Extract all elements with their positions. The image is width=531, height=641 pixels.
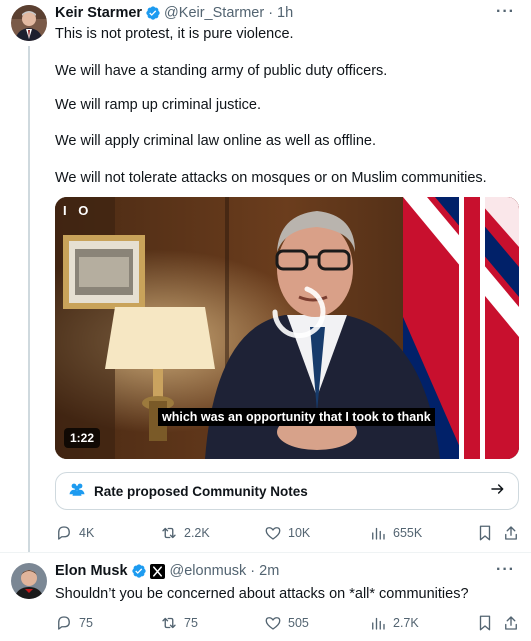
x-logo-icon bbox=[149, 563, 165, 579]
timestamp[interactable]: 2m bbox=[259, 563, 279, 579]
views-button[interactable]: 2.7K bbox=[369, 614, 419, 632]
video-caption: which was an opportunity that I took to … bbox=[158, 408, 435, 426]
like-count: 10K bbox=[288, 526, 311, 540]
views-count: 2.7K bbox=[393, 616, 419, 630]
timestamp[interactable]: 1h bbox=[277, 5, 293, 21]
video-indicator: I O bbox=[63, 203, 93, 218]
author-name[interactable]: Elon Musk bbox=[55, 563, 128, 579]
views-icon bbox=[372, 527, 385, 540]
reply-button[interactable]: 75 bbox=[55, 614, 93, 632]
views-icon bbox=[372, 617, 385, 630]
more-icon[interactable]: ··· bbox=[496, 3, 515, 21]
like-icon bbox=[265, 617, 281, 630]
like-button[interactable]: 505 bbox=[264, 614, 309, 632]
separator-dot: · bbox=[268, 5, 274, 21]
reply-button[interactable]: 4K bbox=[55, 524, 94, 542]
share-icon[interactable] bbox=[502, 524, 526, 542]
repost-count: 75 bbox=[184, 616, 198, 630]
reply-icon bbox=[58, 616, 70, 630]
author-name[interactable]: Keir Starmer bbox=[55, 5, 142, 21]
tweet-text-line: We will ramp up criminal justice. bbox=[55, 97, 262, 113]
tweet-elon-musk[interactable]: Elon Musk @elonmusk · 2m ··· Shouldn’t y… bbox=[0, 552, 531, 641]
repost-icon bbox=[162, 617, 176, 629]
people-icon bbox=[68, 480, 86, 503]
tweet-header: Elon Musk @elonmusk · 2m bbox=[55, 563, 279, 579]
author-handle[interactable]: @Keir_Starmer bbox=[164, 5, 264, 21]
verified-badge-icon bbox=[131, 563, 147, 579]
repost-icon bbox=[162, 527, 176, 539]
avatar[interactable] bbox=[11, 563, 47, 599]
tweet-text-line: We will apply criminal law online as wel… bbox=[55, 133, 377, 149]
views-count: 655K bbox=[393, 526, 423, 540]
tweet-keir-starmer[interactable]: Keir Starmer @Keir_Starmer · 1h ··· This… bbox=[0, 0, 531, 552]
video-duration: 1:22 bbox=[64, 428, 101, 448]
verified-badge-icon bbox=[145, 5, 161, 21]
repost-button[interactable]: 75 bbox=[160, 614, 198, 632]
tweet-text-line: We will have a standing army of public d… bbox=[55, 63, 388, 79]
arrow-right-icon bbox=[490, 481, 506, 502]
reply-count: 75 bbox=[79, 616, 93, 630]
repost-button[interactable]: 2.2K bbox=[160, 524, 210, 542]
avatar[interactable] bbox=[11, 5, 47, 41]
reply-icon bbox=[58, 526, 70, 540]
thread-line bbox=[28, 46, 30, 552]
tweet-text-line: This is not protest, it is pure violence… bbox=[55, 26, 294, 42]
tweet-text-line: Shouldn’t you be concerned about attacks… bbox=[55, 586, 469, 602]
views-button[interactable]: 655K bbox=[369, 524, 422, 542]
like-icon bbox=[265, 527, 281, 540]
community-notes-button[interactable]: Rate proposed Community Notes bbox=[55, 472, 519, 510]
share-icon[interactable] bbox=[502, 614, 526, 632]
author-handle[interactable]: @elonmusk bbox=[170, 563, 247, 579]
community-notes-label: Rate proposed Community Notes bbox=[94, 483, 308, 499]
tweet-header: Keir Starmer @Keir_Starmer · 1h bbox=[55, 5, 293, 21]
more-icon[interactable]: ··· bbox=[496, 561, 515, 579]
tweet-text-line: We will not tolerate attacks on mosques … bbox=[55, 170, 487, 186]
bookmark-icon[interactable] bbox=[476, 524, 500, 542]
reply-count: 4K bbox=[79, 526, 95, 540]
bookmark-icon[interactable] bbox=[476, 614, 500, 632]
separator-dot: · bbox=[250, 563, 256, 579]
like-button[interactable]: 10K bbox=[264, 524, 310, 542]
like-count: 505 bbox=[288, 616, 309, 630]
repost-count: 2.2K bbox=[184, 526, 210, 540]
